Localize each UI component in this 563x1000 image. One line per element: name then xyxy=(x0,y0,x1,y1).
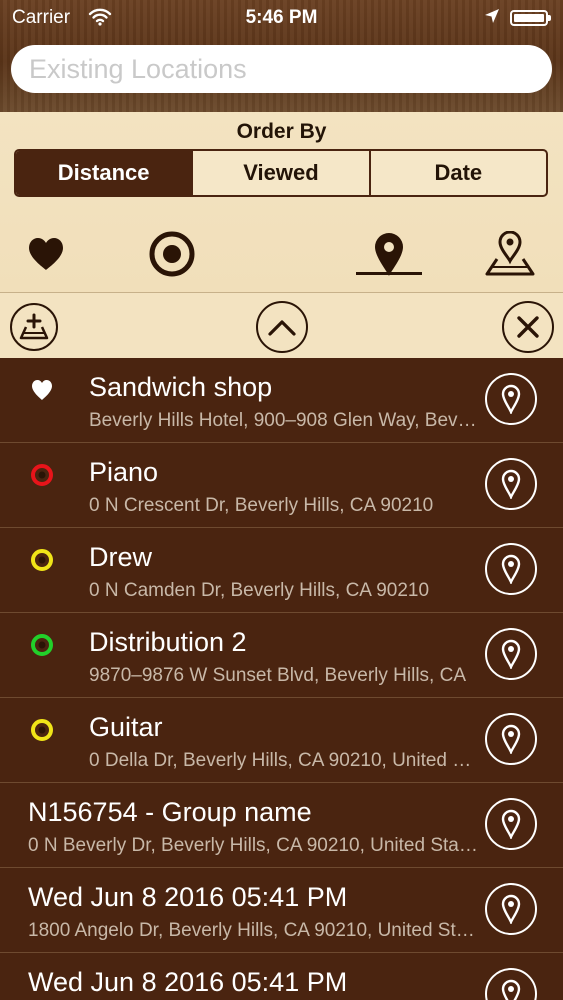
map-pin-button[interactable] xyxy=(485,713,537,765)
status-ring-icon xyxy=(30,718,54,742)
pin-icon xyxy=(501,724,521,754)
map-pin-button[interactable] xyxy=(485,968,537,1000)
list-item[interactable]: Piano 0 N Crescent Dr, Beverly Hills, CA … xyxy=(0,443,563,528)
pin-icon xyxy=(501,809,521,839)
close-icon[interactable] xyxy=(502,301,554,353)
chevron-up-icon[interactable] xyxy=(256,301,308,353)
order-by-date[interactable]: Date xyxy=(371,151,546,195)
list-item[interactable]: Wed Jun 8 2016 05:41 PM 1800 Angelo Dr, B… xyxy=(0,868,563,953)
list-item[interactable]: Guitar 0 Della Dr, Beverly Hills, CA 9021… xyxy=(0,698,563,783)
location-title: N156754 - Group name xyxy=(28,797,312,827)
pin-icon xyxy=(501,894,521,924)
selected-filter-indicator xyxy=(356,272,422,275)
pin-icon xyxy=(501,979,521,1000)
location-address: 9870–9876 W Sunset Blvd, Beverly Hills, … xyxy=(89,665,467,686)
location-title: Guitar xyxy=(89,712,163,742)
location-title: Sandwich shop xyxy=(89,372,273,402)
list-item[interactable]: Drew 0 N Camden Dr, Beverly Hills, CA 902… xyxy=(0,528,563,613)
map-pin-button[interactable] xyxy=(485,628,537,680)
status-time: 5:46 PM xyxy=(245,7,318,28)
map-pin-button[interactable] xyxy=(485,373,537,425)
location-address: 0 Della Dr, Beverly Hills, CA 90210, Uni… xyxy=(89,750,479,771)
location-address: 1800 Angelo Dr, Beverly Hills, CA 90210,… xyxy=(28,920,479,941)
location-title: Piano xyxy=(89,457,159,487)
pin-icon xyxy=(501,639,521,669)
pin-icon[interactable] xyxy=(359,224,419,284)
list-item[interactable]: Wed Jun 8 2016 05:41 PM xyxy=(0,953,563,1000)
status-ring-icon xyxy=(30,633,54,657)
order-by-segmented-control[interactable]: Distance Viewed Date xyxy=(14,149,548,197)
map-pin-button[interactable] xyxy=(485,883,537,935)
list-toolbar xyxy=(0,292,563,359)
location-title: Distribution 2 xyxy=(89,627,247,657)
map-pin-button[interactable] xyxy=(485,458,537,510)
list-item[interactable]: Distribution 2 9870–9876 W Sunset Blvd, B… xyxy=(0,613,563,698)
map-pin-button[interactable] xyxy=(485,798,537,850)
top-bar: Carrier 5:46 PM xyxy=(0,0,563,115)
map-pin-icon[interactable] xyxy=(480,224,540,284)
add-map-icon[interactable] xyxy=(10,303,58,351)
location-title: Wed Jun 8 2016 05:41 PM xyxy=(28,882,348,912)
location-address: 0 N Beverly Dr, Beverly Hills, CA 90210,… xyxy=(28,835,479,856)
list-item[interactable]: N156754 - Group name 0 N Beverly Dr, Beve… xyxy=(0,783,563,868)
status-bar: Carrier 5:46 PM xyxy=(0,0,563,36)
location-address: 0 N Camden Dr, Beverly Hills, CA 90210 xyxy=(89,580,430,601)
order-by-distance[interactable]: Distance xyxy=(16,151,194,195)
pin-icon xyxy=(501,384,521,414)
pin-icon xyxy=(501,554,521,584)
location-title: Wed Jun 8 2016 05:41 PM xyxy=(28,967,348,997)
order-by-label: Order By xyxy=(236,120,327,143)
map-pin-button[interactable] xyxy=(485,543,537,595)
filter-icon-row xyxy=(0,224,563,290)
target-icon[interactable] xyxy=(142,224,202,284)
list-item[interactable]: Sandwich shop Beverly Hills Hotel, 900–90… xyxy=(0,358,563,443)
locations-list[interactable]: Sandwich shop Beverly Hills Hotel, 900–90… xyxy=(0,358,563,1000)
status-ring-icon xyxy=(30,463,54,487)
filter-panel: Order By Distance Viewed Date xyxy=(0,112,563,292)
heart-icon xyxy=(30,378,54,402)
heart-icon[interactable] xyxy=(16,224,76,284)
status-ring-icon xyxy=(30,548,54,572)
location-address: Beverly Hills Hotel, 900–908 Glen Way, B… xyxy=(89,410,479,431)
battery-icon xyxy=(510,10,551,26)
location-address: 0 N Crescent Dr, Beverly Hills, CA 90210 xyxy=(89,495,434,516)
search-input[interactable] xyxy=(11,45,552,93)
location-arrow-icon xyxy=(484,8,500,30)
location-title: Drew xyxy=(89,542,153,572)
order-by-viewed[interactable]: Viewed xyxy=(193,151,371,195)
pin-icon xyxy=(501,469,521,499)
